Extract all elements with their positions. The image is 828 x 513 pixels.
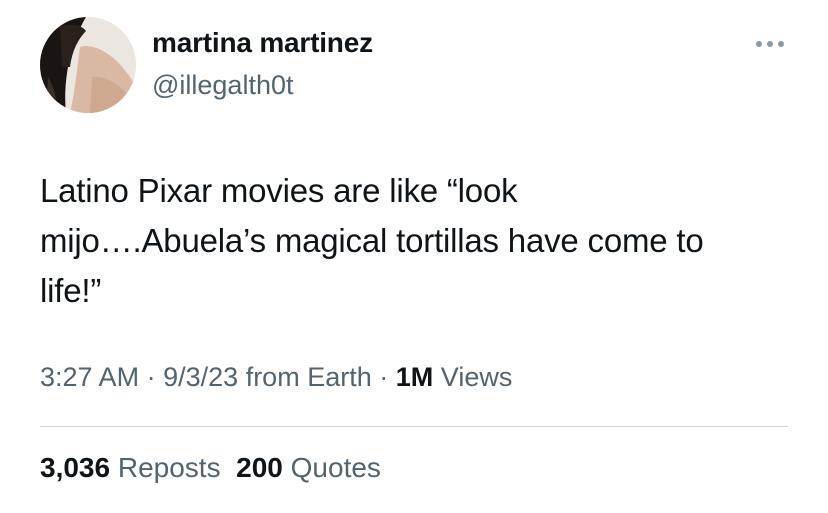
tweet-card: martina martinez @illegalth0t Latino Pix… [0, 0, 828, 513]
tweet-text-line: life!” [40, 272, 102, 309]
quotes-label: Quotes [290, 452, 381, 483]
author-handle[interactable]: @illegalth0t [152, 70, 294, 101]
tweet-text-line: Latino Pixar movies are like “look [40, 172, 518, 209]
quotes-link[interactable]: 200 Quotes [236, 452, 381, 483]
views-count: 1M [395, 362, 434, 392]
avatar-image [40, 17, 136, 113]
meta-separator: · [146, 362, 156, 392]
author-display-name[interactable]: martina martinez [152, 27, 373, 59]
reposts-count: 3,036 [40, 452, 111, 483]
tweet-text: Latino Pixar movies are like “look mijo…… [40, 166, 800, 316]
divider [40, 426, 788, 427]
quotes-count: 200 [236, 452, 283, 483]
meta-separator: · [379, 362, 389, 392]
reposts-label: Reposts [117, 452, 221, 483]
tweet-time[interactable]: 3:27 AM [40, 362, 139, 392]
tweet-meta: 3:27 AM · 9/3/23 from Earth · 1M Views [40, 362, 512, 393]
tweet-date[interactable]: 9/3/23 [163, 362, 238, 392]
tweet-source: from Earth [245, 362, 372, 392]
more-horizontal-icon [756, 41, 784, 47]
reposts-link[interactable]: 3,036 Reposts [40, 452, 221, 483]
avatar[interactable] [40, 17, 136, 113]
tweet-stats: 3,036 Reposts 200 Quotes [40, 452, 381, 484]
more-options-button[interactable] [752, 30, 788, 58]
tweet-text-line: mijo….Abuela’s magical tortillas have co… [40, 222, 704, 259]
views-label: Views [440, 362, 513, 392]
